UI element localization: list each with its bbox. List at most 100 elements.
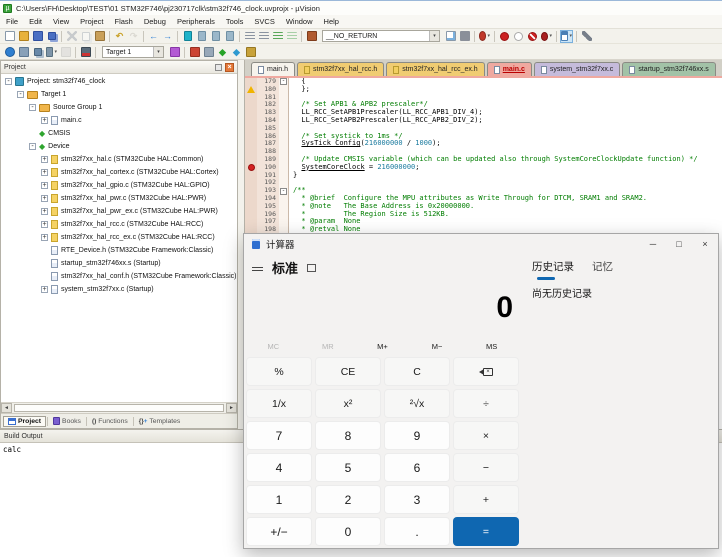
editor-tab-stm32f7xx_hal_rcc.h[interactable]: stm32f7xx_hal_rcc.h (297, 62, 384, 76)
select-software-packs-icon[interactable]: ◆ (230, 46, 243, 59)
redo-icon[interactable]: ↷ (127, 30, 140, 43)
tab-history[interactable]: 历史记录 (532, 259, 574, 274)
tree-item[interactable]: stm32f7xx_hal_conf.h (STM32Cube Framewor… (1, 270, 237, 283)
breakpoint-disable-icon[interactable] (526, 30, 539, 43)
fold-collapse-icon[interactable]: - (280, 188, 287, 195)
expand-icon[interactable]: + (41, 208, 48, 215)
tree-item[interactable]: -◆Device (1, 140, 237, 153)
panel-tab-templates[interactable]: {}Templates (135, 417, 185, 426)
collapse-icon[interactable]: - (5, 78, 12, 85)
tree-item[interactable]: +stm32f7xx_hal_rcc.c (STM32Cube HAL:RCC) (1, 218, 237, 231)
menu-debug[interactable]: Debug (144, 17, 166, 26)
copy-icon[interactable] (79, 30, 92, 43)
menu-project[interactable]: Project (80, 17, 103, 26)
tree-item[interactable]: +stm32f7xx_hal_gpio.c (STM32Cube HAL:GPI… (1, 179, 237, 192)
breakpoint-enable-icon[interactable] (512, 30, 525, 43)
tree-item[interactable]: ◆CMSIS (1, 127, 237, 140)
uncomment-selection-icon[interactable] (285, 30, 298, 43)
editor-tab-main.h[interactable]: main.h (251, 62, 295, 76)
gutter-margin[interactable] (245, 101, 257, 109)
calc-key-equals[interactable]: = (453, 517, 519, 546)
tree-item[interactable]: -Project: stm32f746_clock (1, 75, 237, 88)
gutter-margin[interactable] (245, 125, 257, 133)
bookmark-prev-icon[interactable] (195, 30, 208, 43)
collapse-icon[interactable]: - (29, 104, 36, 111)
menu-view[interactable]: View (53, 17, 69, 26)
calc-key-clear-entry[interactable]: CE (315, 357, 381, 386)
scroll-right-icon[interactable]: ► (226, 403, 237, 413)
calc-key-one[interactable]: 1 (246, 485, 312, 514)
scroll-left-icon[interactable]: ◄ (1, 403, 12, 413)
expand-icon[interactable]: + (41, 117, 48, 124)
calc-key-square[interactable]: x² (315, 389, 381, 418)
symbol-combo[interactable]: __NO_RETURN▾ (322, 30, 440, 42)
gutter-margin[interactable] (245, 187, 257, 195)
calc-key-negate[interactable]: +/− (246, 517, 312, 546)
collapse-icon[interactable]: - (29, 143, 36, 150)
fold-collapse-icon[interactable]: - (280, 78, 287, 85)
calc-key-two[interactable]: 2 (315, 485, 381, 514)
horizontal-scrollbar[interactable]: ◄ ► (1, 402, 237, 413)
bookmark-clear-icon[interactable] (223, 30, 236, 43)
calc-key-zero[interactable]: 0 (315, 517, 381, 546)
bookmark-toggle-icon[interactable] (181, 30, 194, 43)
keep-on-top-icon[interactable] (307, 264, 316, 272)
panel-tab-project[interactable]: Project (3, 416, 46, 427)
collapse-icon[interactable]: - (17, 91, 24, 98)
save-icon[interactable] (31, 30, 44, 43)
tree-item[interactable]: +stm32f7xx_hal_rcc_ex.c (STM32Cube HAL:R… (1, 231, 237, 244)
tab-memory[interactable]: 记忆 (592, 259, 613, 274)
expand-icon[interactable]: + (41, 286, 48, 293)
gutter-margin[interactable] (245, 179, 257, 187)
expand-icon[interactable]: + (41, 221, 48, 228)
calc-key-subtract[interactable]: − (453, 453, 519, 482)
rebuild-all-icon[interactable] (31, 46, 44, 59)
memory-MR[interactable]: MR (301, 340, 356, 354)
search-dropdown-icon[interactable] (478, 30, 491, 43)
calc-key-six[interactable]: 6 (384, 453, 450, 482)
calc-key-divide[interactable]: ÷ (453, 389, 519, 418)
configure-icon[interactable] (580, 30, 593, 43)
expand-icon[interactable]: + (41, 156, 48, 163)
chevron-down-icon[interactable]: ▾ (153, 47, 163, 57)
tree-item[interactable]: +stm32f7xx_hal_cortex.c (STM32Cube HAL:C… (1, 166, 237, 179)
manage-project-items-icon[interactable] (188, 46, 201, 59)
scrollbar-thumb[interactable] (14, 404, 224, 412)
expand-icon[interactable]: + (41, 195, 48, 202)
memory-MS[interactable]: MS (464, 340, 519, 354)
tree-item[interactable]: +system_stm32f7xx.c (Startup) (1, 283, 237, 296)
gutter-margin[interactable] (245, 109, 257, 117)
gutter-margin[interactable] (245, 94, 257, 102)
maximize-button[interactable]: □ (666, 235, 692, 253)
nav-back-icon[interactable]: ← (147, 30, 160, 43)
calc-key-add[interactable]: + (453, 485, 519, 514)
calc-key-backspace[interactable]: × (453, 357, 519, 386)
tree-item[interactable]: -Target 1 (1, 88, 237, 101)
tree-item[interactable]: +stm32f7xx_hal_pwr_ex.c (STM32Cube HAL:P… (1, 205, 237, 218)
expand-icon[interactable]: + (41, 234, 48, 241)
target-combo[interactable]: Target 1▾ (102, 46, 164, 58)
translate-file-icon[interactable] (3, 46, 16, 59)
find-in-files-icon[interactable] (305, 30, 318, 43)
menu-tools[interactable]: Tools (226, 17, 244, 26)
gutter-margin[interactable] (245, 172, 257, 180)
options-for-target-icon[interactable] (168, 46, 181, 59)
memory-M+[interactable]: M+ (355, 340, 410, 354)
chevron-down-icon[interactable]: ▾ (429, 31, 439, 41)
menu-help[interactable]: Help (324, 17, 339, 26)
nav-forward-icon[interactable]: → (161, 30, 174, 43)
pin-icon[interactable] (215, 64, 222, 71)
calc-key-multiply[interactable]: × (453, 421, 519, 450)
breakpoint-toggle-icon[interactable] (498, 30, 511, 43)
gutter-margin[interactable] (245, 156, 257, 164)
comment-selection-icon[interactable] (271, 30, 284, 43)
calc-key-clear[interactable]: C (384, 357, 450, 386)
gutter-margin[interactable] (245, 203, 257, 211)
calc-key-percent[interactable]: % (246, 357, 312, 386)
menu-file[interactable]: File (6, 17, 18, 26)
menu-window[interactable]: Window (286, 17, 313, 26)
tree-item[interactable]: +stm32f7xx_hal.c (STM32Cube HAL:Common) (1, 153, 237, 166)
hamburger-menu-icon[interactable] (252, 264, 263, 271)
calc-key-decimal[interactable]: . (384, 517, 450, 546)
menu-flash[interactable]: Flash (115, 17, 133, 26)
